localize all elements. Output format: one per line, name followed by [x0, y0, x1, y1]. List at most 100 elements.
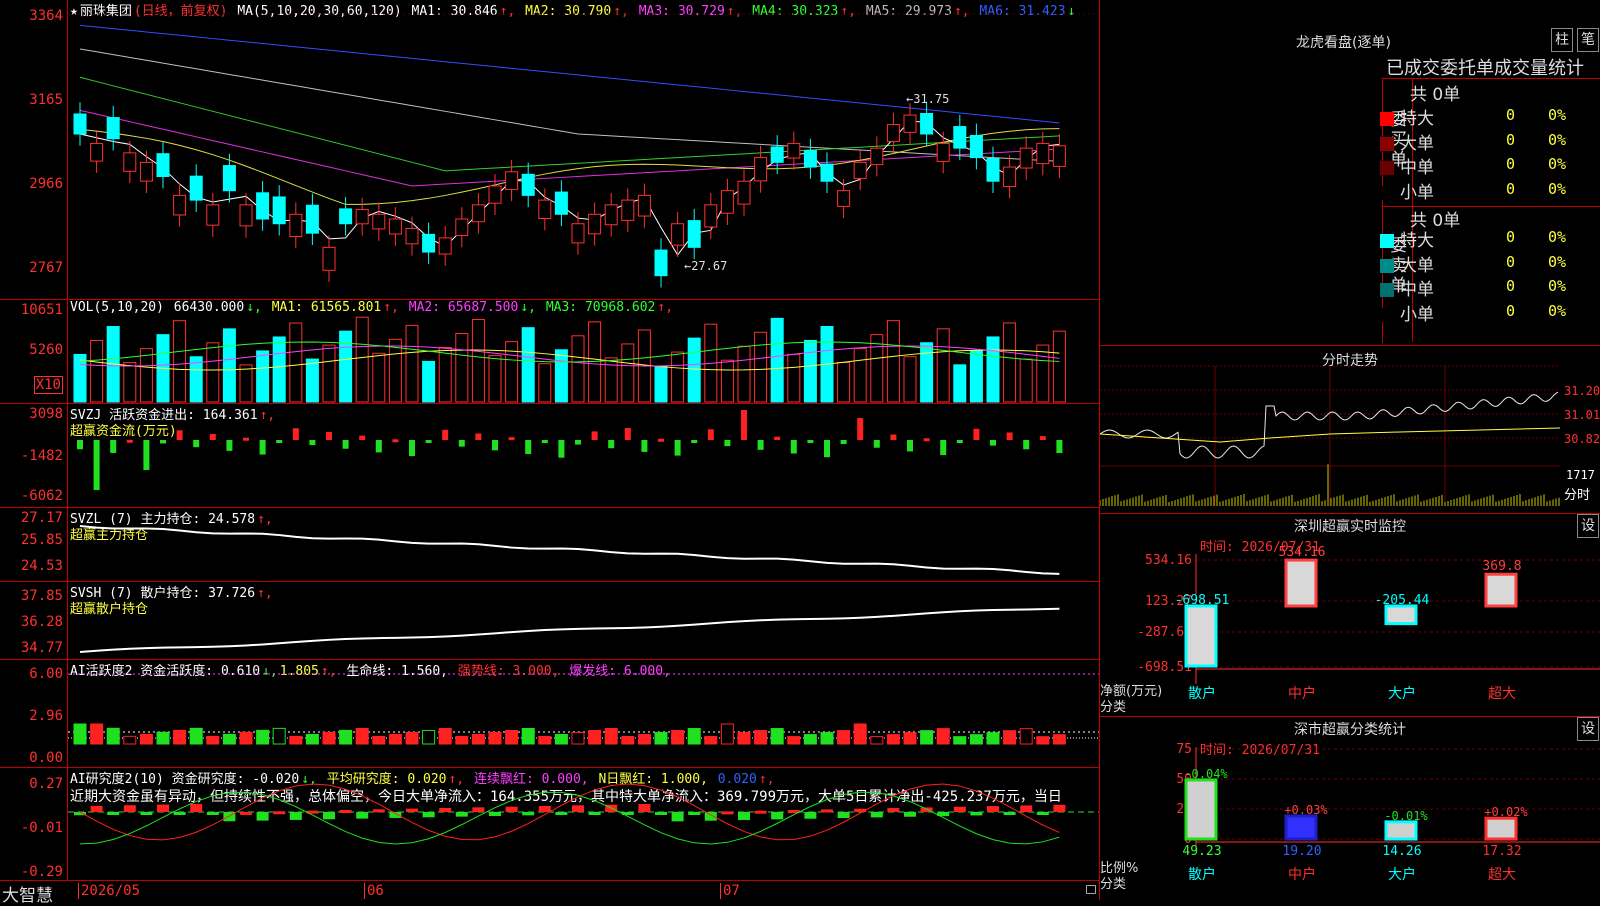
high-annotation: ←31.75 — [906, 92, 950, 106]
research-bar — [887, 808, 900, 812]
activity-bar — [206, 735, 220, 745]
order-size-label: 大单 — [1400, 133, 1434, 154]
color-swatch — [1380, 234, 1394, 248]
activity-bar — [305, 733, 319, 745]
intraday-panel[interactable]: 分时走势 31.20 31.01 30.82 1717 分时 — [1100, 345, 1600, 513]
monitor-category: 大户 — [1388, 685, 1416, 702]
price-panel[interactable]: 3364 3165 2966 2767 ★ 丽珠集团 (日线，前复权) MA(5,1… — [0, 0, 1100, 300]
candle-body — [90, 142, 104, 162]
ai1-plot — [68, 673, 1100, 745]
monitor-panel[interactable]: 深圳超赢实时监控 设 时间: 2026/07/31 534.16 123.27 -2… — [1100, 513, 1600, 716]
activity-bar — [787, 736, 801, 745]
order-percent: 0% — [1548, 130, 1567, 149]
volume-bar — [936, 328, 950, 403]
volume-bar — [388, 338, 402, 403]
candle-body — [754, 157, 768, 182]
order-count: 0 — [1506, 130, 1516, 149]
low-annotation: ←27.67 — [684, 259, 728, 273]
research-bar — [804, 812, 817, 819]
volume-bar — [687, 337, 701, 403]
volume-bar — [73, 353, 87, 403]
tick-mode-button[interactable]: 笔 — [1577, 28, 1599, 52]
flow-bar — [309, 440, 316, 446]
svsh-panel[interactable]: 37.85 36.28 34.77 SVSH (7) 散户持仓: 37.726 ↑… — [0, 582, 1100, 660]
candle-body — [903, 114, 917, 133]
brand-logo[interactable]: 大智慧 — [2, 881, 53, 906]
research-bar — [406, 808, 418, 812]
volume-bar — [720, 359, 734, 403]
volume-bar — [920, 342, 934, 403]
class-category: 中户 — [1288, 866, 1316, 883]
research-bar — [572, 805, 584, 812]
fs-vol-tick: 1717 — [1566, 468, 1595, 482]
flow-bar — [558, 440, 565, 458]
research-bar — [273, 811, 286, 815]
flow-bar — [575, 440, 581, 445]
volume-bar — [803, 339, 817, 403]
monitor-bar — [1284, 558, 1318, 608]
flow-bar — [907, 440, 913, 452]
svzl-panel[interactable]: 27.17 25.85 24.53 SVZL (7) 主力持仓: 24.578 ↑… — [0, 508, 1100, 582]
flow-bar — [1006, 432, 1013, 440]
flow-bar — [126, 439, 133, 443]
activity-bar — [969, 734, 983, 745]
activity-bar — [1036, 736, 1050, 745]
kline-chart-area[interactable]: 3364 3165 2966 2767 ★ 丽珠集团 (日线，前复权) MA(5,1… — [0, 0, 1100, 906]
order-percent: 0% — [1548, 155, 1567, 173]
bar-mode-button[interactable]: 柱 — [1551, 28, 1573, 52]
research-bar — [123, 805, 136, 812]
candle-body — [289, 213, 303, 237]
research-bar — [953, 806, 966, 812]
volume-bar — [1019, 358, 1033, 403]
svzj-panel[interactable]: 3098 -1482 -6062 SVZJ 活跃资金进出: 164.361 ↑, … — [0, 404, 1100, 508]
class-panel[interactable]: 深市超赢分类统计 设 时间: 2026/07/31 7550250-0.04%4… — [1100, 716, 1600, 900]
activity-bar — [671, 730, 685, 745]
candle-body — [156, 153, 170, 177]
activity-bar — [1019, 728, 1033, 745]
flow-bar — [973, 428, 980, 440]
research-bar — [1003, 812, 1016, 815]
flow-bar — [691, 440, 698, 443]
intraday-plot — [1100, 365, 1561, 506]
flow-bar — [292, 428, 299, 440]
flow-bar — [492, 440, 498, 451]
ai-research-panel[interactable]: 0.27 -0.01 -0.29 AI研究度2(10) 资金研究度: -0.02… — [0, 768, 1100, 880]
price-plot — [68, 13, 1100, 288]
fs-tick: 30.82 — [1564, 432, 1600, 446]
volume-bar — [173, 320, 187, 403]
class-delta: -0.01% — [1384, 809, 1428, 823]
volume-panel[interactable]: 10651 5260 X10 VOL(5,10,20) 66430.000 ↓, … — [0, 300, 1100, 404]
flow-bar — [674, 440, 681, 456]
research-bar — [688, 812, 701, 815]
volume-bar — [787, 353, 801, 403]
activity-bar — [886, 734, 900, 745]
candle-body — [920, 113, 934, 135]
activity-bar — [339, 729, 353, 745]
order-row: 小单 0 0% — [1380, 178, 1566, 203]
flow-bar — [342, 440, 349, 449]
lock-icon[interactable] — [1086, 885, 1096, 894]
buy-total: 共 0单 — [1410, 85, 1461, 105]
ai-activity-panel[interactable]: 6.00 2.96 0.00 AI活跃度2 资金活跃度: 0.610 ↓, 1.80… — [0, 660, 1100, 768]
activity-bar — [488, 731, 502, 745]
monitor-category: 超大 — [1488, 686, 1516, 702]
activity-bar — [422, 729, 436, 745]
order-count: 0 — [1506, 277, 1516, 295]
order-row: 特大 0 0% — [1380, 226, 1566, 251]
volume-bar — [372, 352, 386, 403]
color-swatch — [1380, 185, 1394, 200]
volume-bar — [90, 339, 104, 403]
candle-body — [521, 173, 535, 196]
flow-bar — [93, 440, 100, 490]
research-bar — [721, 811, 734, 815]
fs-tick: 31.01 — [1564, 408, 1600, 422]
flow-bar — [707, 429, 714, 440]
class-value: 49.23 — [1182, 844, 1221, 859]
class-value: 17.32 — [1482, 844, 1521, 859]
volume-bar — [405, 324, 419, 403]
candle-body — [604, 204, 618, 226]
volume-bar — [139, 348, 153, 403]
volume-bar — [737, 345, 751, 403]
candle-body — [372, 213, 386, 230]
lhb-panel[interactable]: 龙虎看盘(逐单) 柱 笔 已成交委托单成交量统计 委买单 委卖单 共 0单 共 … — [1100, 0, 1600, 345]
